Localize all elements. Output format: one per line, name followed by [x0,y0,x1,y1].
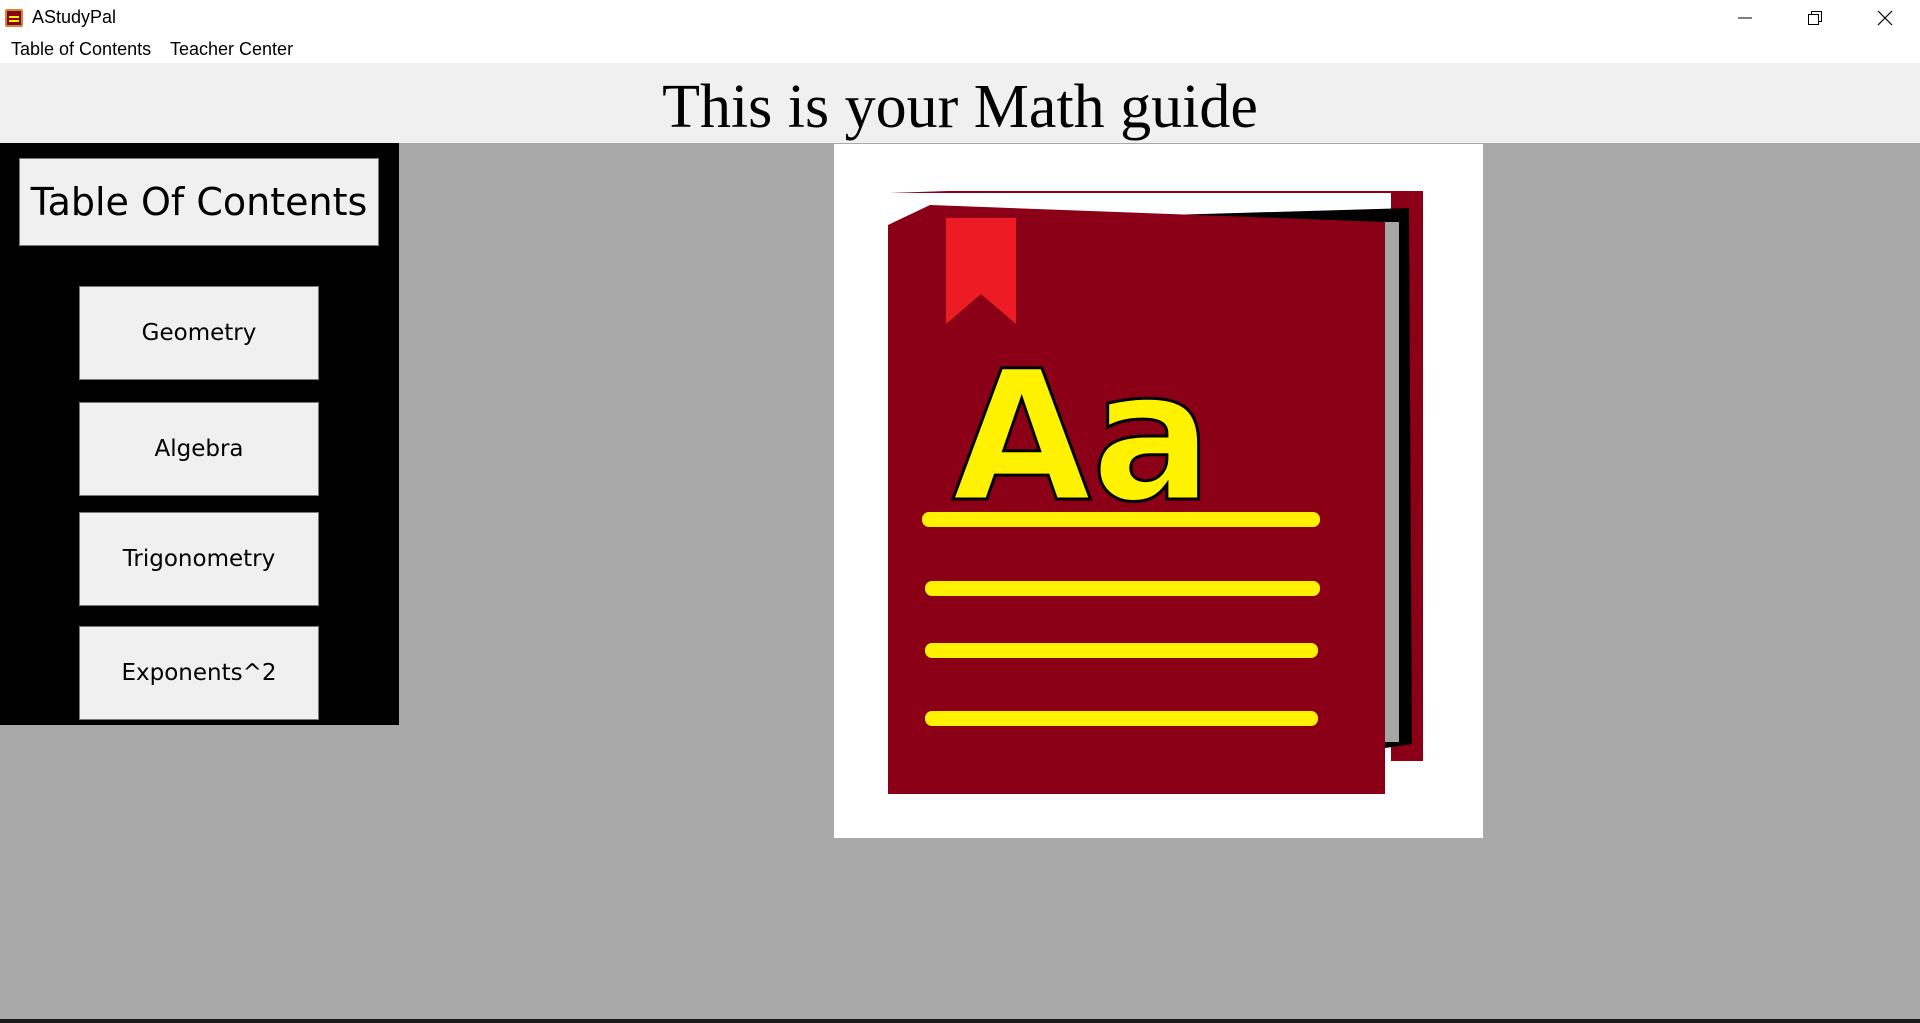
page-title: This is your Math guide [662,72,1258,141]
close-icon [1877,10,1893,26]
toc-sidebar: Table Of Contents Geometry Algebra Trigo… [0,143,399,725]
dictionary-book-icon: Aa [888,191,1423,794]
restore-button[interactable] [1780,0,1850,36]
minimize-icon [1738,17,1752,19]
minimize-button[interactable] [1710,0,1780,36]
menu-teacher-center[interactable]: Teacher Center [170,39,293,60]
app-book-icon [5,9,23,27]
window-title: AStudyPal [32,7,117,27]
book-letters-aa: Aa [952,333,1213,542]
main-content: Table Of Contents Geometry Algebra Trigo… [0,143,1920,1019]
close-button[interactable] [1850,0,1920,36]
restore-icon [1808,11,1822,25]
exponents-button[interactable]: Exponents^2 [79,626,319,720]
trigonometry-button[interactable]: Trigonometry [79,512,319,606]
menu-bar: Table of Contents Teacher Center [0,36,1920,63]
page-header: This is your Math guide [0,63,1920,143]
toc-title-button[interactable]: Table Of Contents [19,158,379,246]
algebra-button[interactable]: Algebra [79,402,319,496]
geometry-button[interactable]: Geometry [79,286,319,380]
title-bar: AStudyPal [0,0,1920,36]
menu-table-of-contents[interactable]: Table of Contents [11,39,151,60]
bottom-border [0,1019,1920,1023]
book-image-frame: Aa [834,144,1483,838]
